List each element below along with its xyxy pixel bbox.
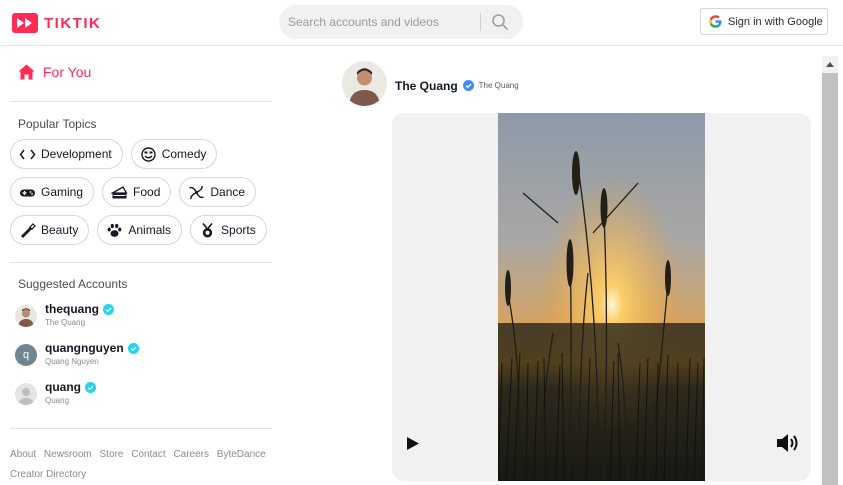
account-item-quangnguyen[interactable]: q quangnguyen Quang Nguyen [15, 341, 139, 380]
avatar: q [15, 344, 37, 366]
footer-link-about[interactable]: About [10, 449, 36, 460]
verified-badge-icon [462, 80, 474, 91]
post-header: The Quang The Quang [342, 61, 519, 106]
topic-chip-comedy[interactable]: Comedy [130, 139, 218, 169]
post-author-name[interactable]: The Quang [395, 79, 458, 93]
topic-label: Comedy [161, 147, 207, 161]
account-username: quang [45, 380, 81, 394]
feed-scrollbar[interactable] [822, 56, 838, 485]
topic-chip-gaming[interactable]: Gaming [10, 177, 95, 207]
scrollbar-thumb[interactable] [822, 73, 838, 485]
code-icon [19, 149, 36, 159]
footer-links: About Newsroom Store Contact Careers Byt… [10, 445, 272, 485]
topic-chip-beauty[interactable]: Beauty [10, 215, 90, 245]
verified-badge-icon [127, 342, 139, 354]
search-input[interactable] [288, 15, 478, 29]
avatar-initial: q [22, 349, 30, 361]
topic-chip-sports[interactable]: Sports [190, 215, 267, 245]
account-display-name: Quang Nguyen [45, 357, 99, 366]
verified-badge-icon [103, 303, 114, 315]
post-author-handle: The Quang [478, 81, 519, 90]
brand-name: TIKTIK [44, 14, 102, 32]
dance-icon [189, 185, 205, 199]
topic-label: Sports [221, 223, 256, 237]
video-card [392, 113, 811, 481]
search-divider [480, 13, 481, 31]
google-icon [709, 15, 722, 28]
top-header: TIKTIK Sign in with Google [0, 0, 843, 46]
topic-label: Development [41, 147, 112, 161]
search-bar [279, 5, 523, 39]
for-you-label: For You [43, 64, 92, 80]
smile-icon [141, 146, 156, 162]
account-username: quangnguyen [45, 341, 124, 355]
cake-icon [111, 185, 128, 198]
footer-link-newsroom[interactable]: Newsroom [44, 449, 92, 460]
home-icon [18, 64, 35, 80]
topic-chip-development[interactable]: Development [10, 139, 123, 169]
paw-icon [107, 223, 122, 237]
topic-chip-dance[interactable]: Dance [179, 177, 257, 207]
topics-list: Development Comedy Gaming Food Dance Bea… [10, 139, 272, 253]
google-signin-button[interactable]: Sign in with Google [700, 8, 828, 35]
account-display-name: Quang [45, 396, 70, 405]
footer-link-store[interactable]: Store [100, 449, 124, 460]
topic-label: Gaming [41, 185, 84, 199]
video-logo-icon [12, 13, 38, 33]
for-you-link[interactable]: For You [18, 64, 91, 80]
popular-topics-title: Popular Topics [18, 117, 97, 131]
search-icon[interactable] [491, 13, 509, 31]
account-item-quang[interactable]: quang Quang [15, 380, 139, 419]
account-username: thequang [45, 302, 99, 316]
footer-link-creator-directory[interactable]: Creator Directory [10, 469, 86, 480]
medal-icon [202, 222, 213, 237]
topic-label: Food [133, 185, 161, 199]
volume-icon[interactable] [776, 432, 802, 454]
topic-label: Dance [210, 185, 246, 199]
gamepad-icon [20, 189, 35, 196]
scroll-up-arrow-icon[interactable] [822, 56, 838, 72]
topic-chip-animals[interactable]: Animals [97, 215, 183, 245]
post-author-avatar[interactable] [342, 61, 387, 106]
signin-label: Sign in with Google [728, 15, 823, 28]
sidebar-divider [10, 101, 272, 102]
topic-label: Animals [128, 223, 172, 237]
sidebar: For You Popular Topics Development Comed… [0, 46, 280, 485]
lipstick-icon [21, 222, 36, 238]
sidebar-divider [10, 262, 272, 263]
suggested-accounts-list: thequang The Quang q quangnguyen Quang N… [15, 302, 139, 419]
account-item-thequang[interactable]: thequang The Quang [15, 302, 139, 341]
suggested-accounts-title: Suggested Accounts [18, 277, 128, 291]
default-avatar-icon [15, 383, 37, 405]
sidebar-divider [10, 428, 272, 429]
footer-link-bytedance[interactable]: ByteDance [217, 449, 266, 460]
play-icon[interactable] [405, 436, 420, 451]
logo[interactable]: TIKTIK [12, 11, 101, 35]
account-display-name: The Quang [45, 318, 86, 327]
topic-label: Beauty [41, 223, 79, 237]
footer-link-careers[interactable]: Careers [173, 449, 209, 460]
footer-link-contact[interactable]: Contact [131, 449, 165, 460]
verified-badge-icon [85, 381, 96, 393]
topic-chip-food[interactable]: Food [102, 177, 172, 207]
video-player[interactable] [498, 113, 705, 481]
avatar [15, 305, 37, 327]
